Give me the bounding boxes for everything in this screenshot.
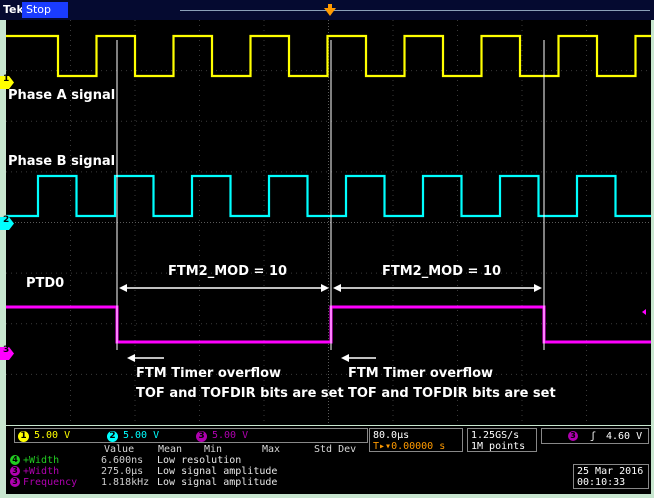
mod-label-right: FTM2_MOD = 10	[382, 264, 502, 279]
meas-channel-badge: 4	[10, 455, 20, 465]
timebase-delay: T▸▾0.00000 s	[373, 441, 446, 452]
meas-note: Low resolution	[157, 455, 242, 466]
meas-note: Low signal amplitude	[157, 466, 278, 477]
ch3-ground-marker[interactable]: 3	[0, 345, 14, 360]
trigger-slope-icon: ʃ	[590, 431, 597, 442]
trigger-position-icon[interactable]	[324, 4, 336, 18]
graticule-center-lines	[6, 20, 651, 425]
overflow-label-right-line2: TOF and TOFDIR bits are set	[348, 386, 556, 401]
trigger-source-badge: 3	[568, 431, 578, 441]
mod-label-left: FTM2_MOD = 10	[168, 264, 288, 279]
waveform-display[interactable]: Phase A signal Phase B signal PTD0 FTM2_…	[6, 20, 651, 425]
acquisition-panel[interactable]: 1.25GS/s 1M points	[467, 428, 537, 452]
measurement-row[interactable]: 4 +Width 6.600ns Low resolution	[10, 455, 241, 466]
ch1-ground-marker[interactable]: 1	[0, 74, 14, 89]
meas-value: 1.818kHz	[101, 477, 150, 488]
overflow-label-right-line1: FTM Timer overflow	[348, 366, 494, 381]
sample-rate: 1.25GS/s	[471, 430, 520, 441]
trigger-level: 4.60 V	[606, 431, 643, 442]
meas-header-mean: Mean	[158, 444, 183, 455]
run-stop-indicator[interactable]: Stop	[22, 2, 68, 18]
tek-logo: Tek	[3, 3, 24, 16]
overflow-label-left-line2: TOF and TOFDIR bits are set	[136, 386, 344, 401]
time-readout: 00:10:33	[577, 477, 626, 488]
channel-readout-frame	[14, 428, 368, 443]
overflow-arrow-left	[127, 354, 164, 362]
ch2-ground-marker[interactable]: 2	[0, 215, 14, 230]
phase-a-waveform	[6, 34, 651, 78]
phase-b-label: Phase B signal	[8, 154, 116, 169]
meas-name: +Width	[23, 455, 60, 466]
meas-value: 6.600ns	[101, 455, 144, 466]
waveform-graticule	[6, 20, 651, 425]
date-readout: 25 Mar 2016	[577, 466, 644, 477]
overflow-label-left-line1: FTM Timer overflow	[136, 366, 282, 381]
meas-name: +Width	[23, 466, 60, 477]
record-view-bar	[180, 10, 650, 11]
record-length: 1M points	[471, 441, 526, 452]
meas-channel-badge: 3	[10, 477, 20, 487]
meas-value: 275.0µs	[101, 466, 144, 477]
overflow-arrow-right	[341, 354, 376, 362]
mod-arrow-right	[333, 284, 542, 292]
trigger-panel[interactable]: 3 ʃ 4.60 V	[541, 428, 649, 444]
meas-header-value: Value	[104, 444, 135, 455]
ptd0-waveform	[6, 305, 651, 344]
datetime-panel: 25 Mar 2016 00:10:33	[573, 464, 649, 489]
meas-name: Frequency	[23, 477, 78, 488]
meas-header-std-dev: Std Dev	[314, 444, 357, 455]
timebase-scale: 80.0µs	[373, 430, 410, 441]
timebase-panel[interactable]: 80.0µs T▸▾0.00000 s	[369, 428, 463, 452]
meas-header-max: Max	[262, 444, 281, 455]
mod-arrow-left	[119, 284, 329, 292]
meas-header-min: Min	[204, 444, 223, 455]
ptd0-label: PTD0	[26, 276, 65, 291]
phase-a-label: Phase A signal	[8, 88, 116, 103]
delay-icon: T▸▾	[373, 441, 392, 452]
ch3-reference-marker	[642, 309, 646, 315]
measurement-row[interactable]: 3 +Width 275.0µs Low signal amplitude	[10, 466, 277, 477]
top-status-bar: Tek Stop	[0, 0, 654, 20]
meas-note: Low signal amplitude	[157, 477, 278, 488]
measurement-row[interactable]: 3 Frequency 1.818kHz Low signal amplitude	[10, 477, 277, 488]
meas-channel-badge: 3	[10, 466, 20, 476]
